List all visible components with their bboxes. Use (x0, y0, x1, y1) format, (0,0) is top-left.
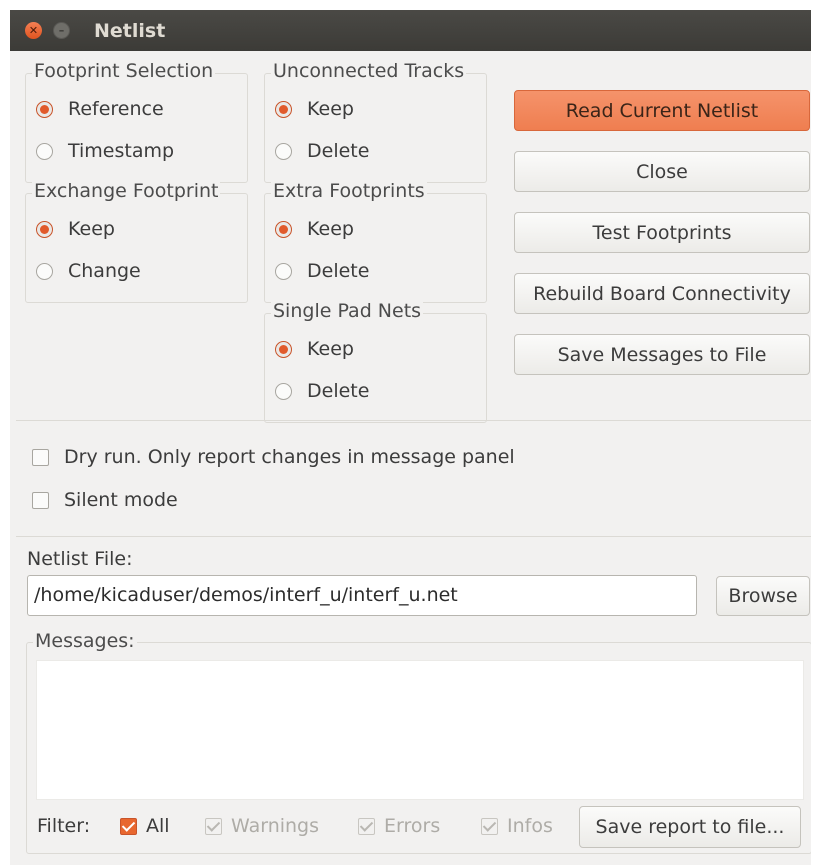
filter-errors-checkbox (358, 817, 375, 835)
dry-run-option[interactable]: Dry run. Only report changes in message … (32, 446, 515, 468)
title-bar: ✕ – Netlist (10, 10, 811, 51)
separator (16, 536, 811, 537)
radio-unselected-icon[interactable] (275, 382, 292, 400)
radio-label: Keep (68, 218, 115, 240)
silent-mode-checkbox[interactable] (32, 491, 49, 509)
minimize-window-icon[interactable]: – (53, 22, 70, 39)
save-messages-to-file-button[interactable]: Save Messages to File (514, 334, 810, 375)
rebuild-board-connectivity-button[interactable]: Rebuild Board Connectivity (514, 273, 810, 314)
close-button[interactable]: Close (514, 151, 810, 192)
silent-mode-option[interactable]: Silent mode (32, 489, 178, 511)
extra-footprints-label: Extra Footprints (271, 180, 427, 202)
radio-extra-keep[interactable]: Keep (275, 218, 354, 240)
close-window-icon[interactable]: ✕ (25, 22, 42, 39)
radio-label: Change (68, 260, 141, 282)
filter-infos-checkbox (481, 817, 498, 835)
radio-tracks-keep[interactable]: Keep (275, 98, 354, 120)
radio-label: Keep (307, 338, 354, 360)
radio-selected-icon[interactable] (36, 220, 53, 238)
single-pad-nets-group: Single Pad Nets Keep Delete (264, 300, 487, 423)
unconnected-tracks-label: Unconnected Tracks (271, 60, 467, 82)
separator (16, 420, 811, 421)
netlist-file-input[interactable]: /home/kicaduser/demos/interf_u/interf_u.… (27, 575, 697, 616)
save-report-button[interactable]: Save report to file... (579, 806, 801, 848)
dry-run-label: Dry run. Only report changes in message … (64, 446, 515, 468)
radio-label: Keep (307, 98, 354, 120)
radio-singlepad-delete[interactable]: Delete (275, 380, 369, 402)
filter-label-text: Filter: (37, 815, 91, 837)
radio-selected-icon[interactable] (275, 340, 292, 358)
read-current-netlist-button[interactable]: Read Current Netlist (514, 90, 810, 131)
filter-all-checkbox[interactable] (120, 817, 137, 835)
exchange-footprint-label: Exchange Footprint (32, 180, 221, 202)
filter-all-label: All (146, 815, 170, 837)
radio-unselected-icon[interactable] (36, 142, 53, 160)
unconnected-tracks-group: Unconnected Tracks Keep Delete (264, 60, 487, 183)
footprint-selection-label: Footprint Selection (32, 60, 216, 82)
radio-timestamp[interactable]: Timestamp (36, 140, 174, 162)
filter-label: Filter: (37, 815, 90, 837)
footprint-selection-group: Footprint Selection Reference Timestamp (25, 60, 248, 183)
filter-infos: Infos (481, 815, 553, 837)
radio-label: Delete (307, 260, 370, 282)
silent-mode-label: Silent mode (64, 489, 178, 511)
exchange-footprint-group: Exchange Footprint Keep Change (25, 180, 248, 303)
filter-all[interactable]: All (120, 815, 170, 837)
radio-selected-icon[interactable] (275, 220, 292, 238)
extra-footprints-group: Extra Footprints Keep Delete (264, 180, 487, 303)
messages-group: Messages: Filter: All Warnings Errors In… (26, 630, 811, 854)
window-title: Netlist (94, 20, 166, 42)
messages-label: Messages: (33, 630, 137, 652)
netlist-file-label: Netlist File: (27, 548, 133, 570)
filter-warnings: Warnings (205, 815, 319, 837)
radio-singlepad-keep[interactable]: Keep (275, 338, 354, 360)
radio-exchange-keep[interactable]: Keep (36, 218, 115, 240)
radio-unselected-icon[interactable] (275, 262, 292, 280)
messages-panel[interactable] (36, 660, 804, 800)
test-footprints-button[interactable]: Test Footprints (514, 212, 810, 253)
filter-infos-label: Infos (507, 815, 553, 837)
dry-run-checkbox[interactable] (32, 448, 49, 466)
radio-unselected-icon[interactable] (36, 262, 53, 280)
radio-label: Reference (68, 98, 164, 120)
radio-label: Delete (307, 380, 370, 402)
browse-button[interactable]: Browse (716, 576, 810, 616)
netlist-dialog: ✕ – Netlist Footprint Selection Referenc… (10, 10, 811, 865)
filter-errors-label: Errors (384, 815, 441, 837)
radio-tracks-delete[interactable]: Delete (275, 140, 369, 162)
single-pad-nets-label: Single Pad Nets (271, 300, 424, 322)
radio-selected-icon[interactable] (275, 100, 292, 118)
radio-label: Timestamp (68, 140, 175, 162)
radio-extra-delete[interactable]: Delete (275, 260, 369, 282)
filter-warnings-checkbox (205, 817, 222, 835)
filter-warnings-label: Warnings (231, 815, 320, 837)
radio-unselected-icon[interactable] (275, 142, 292, 160)
radio-label: Keep (307, 218, 354, 240)
radio-reference[interactable]: Reference (36, 98, 164, 120)
radio-label: Delete (307, 140, 370, 162)
radio-exchange-change[interactable]: Change (36, 260, 141, 282)
filter-errors: Errors (358, 815, 440, 837)
radio-selected-icon[interactable] (36, 100, 53, 118)
